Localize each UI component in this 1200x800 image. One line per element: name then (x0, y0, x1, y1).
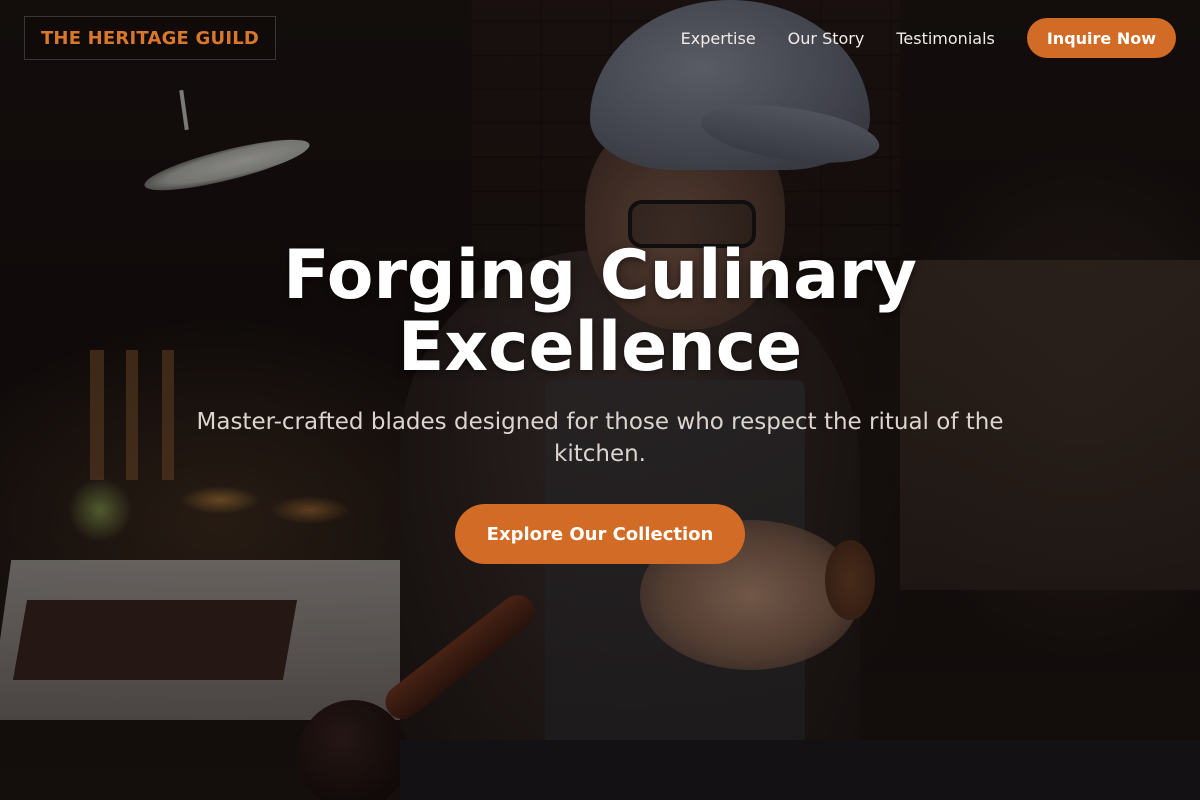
brand-name: THE HERITAGE GUILD (40, 27, 260, 49)
hero-subtitle: Master-crafted blades designed for those… (196, 409, 1004, 467)
explore-collection-button[interactable]: Explore Our Collection (455, 504, 745, 564)
nav-link-our-story[interactable]: Our Story (788, 29, 865, 48)
hero-content: Forging Culinary Excellence Master-craft… (0, 240, 1200, 564)
inquire-now-label: Inquire Now (1046, 28, 1156, 48)
hero-section: THE HERITAGE GUILD Expertise Our Story T… (0, 0, 1200, 800)
brand-logo[interactable]: THE HERITAGE GUILD (24, 16, 276, 60)
nav-link-testimonials[interactable]: Testimonials (896, 29, 995, 48)
hero-title: Forging Culinary Excellence (283, 236, 917, 387)
main-nav: Expertise Our Story Testimonials Inquire… (681, 18, 1176, 58)
explore-collection-label: Explore Our Collection (486, 523, 714, 545)
inquire-now-button[interactable]: Inquire Now (1026, 18, 1176, 58)
nav-link-expertise[interactable]: Expertise (681, 29, 756, 48)
